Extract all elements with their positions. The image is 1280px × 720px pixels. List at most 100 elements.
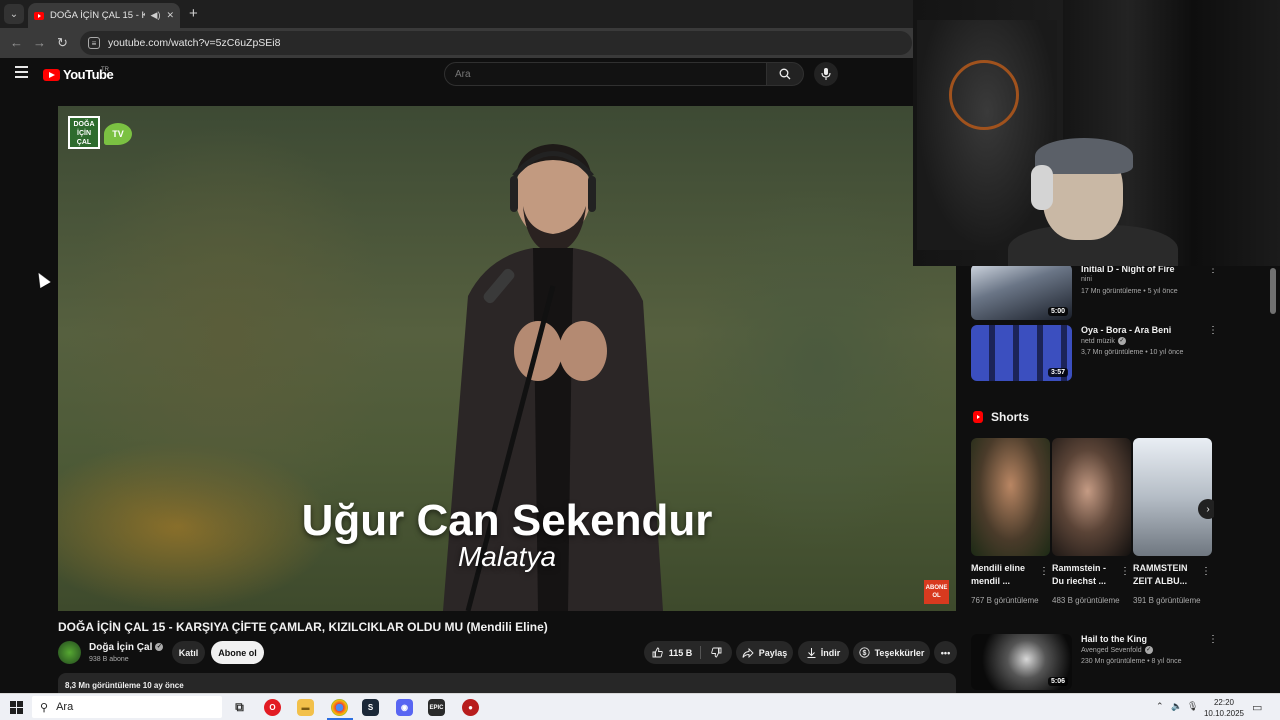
- like-dislike-group: 115 B: [644, 641, 732, 664]
- shorts-next-button[interactable]: ›: [1198, 499, 1214, 519]
- short-card[interactable]: Mendili eline mendil ... 767 B görüntüle…: [971, 438, 1050, 607]
- youtube-favicon-icon: [34, 11, 44, 20]
- microphone-icon[interactable]: 🎙: [1187, 701, 1198, 712]
- video-meta: 230 Mn görüntüleme • 8 yıl önce: [1081, 658, 1182, 665]
- subscribe-watermark-button[interactable]: ABONE OL: [924, 580, 949, 604]
- notification-icon[interactable]: ▭: [1252, 701, 1262, 714]
- tab-close-icon[interactable]: ✕: [166, 10, 174, 21]
- video-duration: 5:00: [1047, 307, 1068, 316]
- video-thumbnail[interactable]: 5:00: [971, 266, 1072, 320]
- region-code: TR: [101, 67, 109, 73]
- tray-chevron-up-icon[interactable]: ⌃: [1156, 701, 1164, 712]
- download-button[interactable]: İndir: [798, 641, 849, 664]
- more-vertical-icon[interactable]: ⋮: [1120, 566, 1130, 577]
- share-arrow-icon: [742, 647, 754, 658]
- speaker-icon[interactable]: 🔈: [1171, 701, 1182, 712]
- more-vertical-icon[interactable]: ⋮: [1208, 634, 1214, 645]
- tab-title: DOĞA İÇİN ÇAL 15 - KARŞIYA: [50, 10, 145, 21]
- video-title: DOĞA İÇİN ÇAL 15 - KARŞIYA ÇİFTE ÇAMLAR,…: [58, 620, 548, 634]
- mouse-cursor-icon: [33, 269, 51, 289]
- back-arrow-icon[interactable]: ←: [10, 35, 23, 50]
- voice-search-button[interactable]: [814, 62, 838, 86]
- url-text: youtube.com/watch?v=5zC6uZpSEi8: [108, 37, 281, 49]
- more-vertical-icon[interactable]: ⋮: [1039, 566, 1049, 577]
- more-vertical-icon[interactable]: ⋮: [1208, 266, 1214, 275]
- short-views: 767 B görüntüleme: [971, 596, 1039, 605]
- url-field[interactable]: ≡ youtube.com/watch?v=5zC6uZpSEi8: [80, 31, 912, 55]
- more-vertical-icon[interactable]: ⋮: [1208, 325, 1214, 336]
- video-thumbnail[interactable]: 5:06: [971, 634, 1072, 690]
- hamburger-menu-icon[interactable]: [15, 66, 28, 80]
- chrome-browser-icon[interactable]: [331, 699, 348, 716]
- video-meta: 3,7 Mn görüntüleme • 10 yıl önce: [1081, 349, 1184, 356]
- game-app-icon[interactable]: ●: [462, 699, 479, 716]
- new-tab-button[interactable]: +: [189, 5, 198, 22]
- short-thumbnail[interactable]: [1052, 438, 1131, 556]
- subscriber-count: 938 B abone: [89, 656, 129, 663]
- channel-name[interactable]: Avenged Sevenfold: [1081, 647, 1142, 654]
- performer-city-overlay: Malatya: [457, 541, 557, 572]
- channel-name-row[interactable]: Avenged Sevenfold ✓: [1081, 646, 1153, 654]
- channel-avatar[interactable]: [58, 641, 81, 664]
- channel-watermark-logo: DOĞA İÇİN ÇAL: [68, 116, 100, 149]
- video-title[interactable]: Oya - Bora - Ara Beni: [1081, 325, 1171, 335]
- reload-icon[interactable]: ↻: [57, 35, 68, 51]
- channel-name[interactable]: Doğa İçin Çal: [89, 642, 152, 653]
- opera-browser-icon[interactable]: O: [264, 699, 281, 716]
- join-button[interactable]: Katıl: [172, 641, 205, 664]
- recommended-video[interactable]: 3:57 Oya - Bora - Ara Beni netd müzik ✓ 3…: [971, 325, 1214, 383]
- channel-name-row[interactable]: Doğa İçin Çal ✓: [89, 642, 164, 653]
- download-label: İndir: [820, 647, 841, 658]
- short-thumbnail[interactable]: [971, 438, 1050, 556]
- video-player[interactable]: DOĞA İÇİN ÇAL TV Uğur Can Sekendur Malat…: [58, 106, 956, 611]
- taskbar-search[interactable]: ⚲ Ara: [32, 696, 222, 718]
- subscribe-button[interactable]: Abone ol: [211, 641, 264, 664]
- search-icon: ⚲: [40, 701, 49, 714]
- dislike-button[interactable]: [701, 641, 732, 664]
- video-title[interactable]: Hail to the King: [1081, 634, 1147, 644]
- thumbs-up-icon: [652, 647, 663, 658]
- channel-name-row[interactable]: netd müzik ✓: [1081, 337, 1126, 345]
- verified-check-icon: ✓: [1117, 337, 1126, 345]
- tab-search-button[interactable]: ⌄: [4, 4, 24, 24]
- page-scrollbar[interactable]: [1270, 268, 1276, 314]
- webcam-overlay: [913, 0, 1280, 266]
- more-vertical-icon[interactable]: ⋮: [1201, 566, 1211, 577]
- video-title[interactable]: Initial D - Night of Fire: [1081, 266, 1175, 274]
- short-thumbnail[interactable]: [1133, 438, 1212, 556]
- like-button[interactable]: 115 B: [644, 641, 700, 664]
- channel-name[interactable]: netd müzik: [1081, 338, 1115, 345]
- short-title[interactable]: RAMMSTEIN ZEIT ALBU...: [1133, 562, 1199, 588]
- search-box[interactable]: [444, 62, 767, 86]
- browser-tab-active[interactable]: DOĞA İÇİN ÇAL 15 - KARŞIYA ◀) ✕: [28, 3, 180, 28]
- search-input[interactable]: [455, 68, 766, 80]
- forward-arrow-icon[interactable]: →: [33, 35, 46, 50]
- more-actions-button[interactable]: •••: [934, 641, 957, 664]
- task-view-icon[interactable]: ⧉: [231, 699, 248, 716]
- short-card[interactable]: RAMMSTEIN ZEIT ALBU... 391 B görüntüleme…: [1133, 438, 1212, 607]
- taskbar-clock[interactable]: 22:20 10.10.2025: [1203, 697, 1245, 719]
- windows-start-icon[interactable]: [10, 701, 23, 714]
- short-title[interactable]: Rammstein - Du riechst ...: [1052, 562, 1118, 588]
- short-title[interactable]: Mendili eline mendil ...: [971, 562, 1037, 588]
- recommended-video[interactable]: 5:00 Initial D - Night of Fire nini 17 M…: [971, 266, 1214, 322]
- tapestry-sun-emblem: [949, 60, 1019, 130]
- file-explorer-icon[interactable]: ▬: [297, 699, 314, 716]
- video-thumbnail[interactable]: 3:57: [971, 325, 1072, 381]
- verified-check-icon: ✓: [1144, 646, 1153, 654]
- channel-name[interactable]: nini: [1081, 276, 1092, 283]
- search-button[interactable]: [766, 62, 804, 86]
- audio-playing-icon[interactable]: ◀): [151, 10, 161, 21]
- thanks-button[interactable]: $ Teşekkürler: [853, 641, 930, 664]
- discord-icon[interactable]: ◉: [396, 699, 413, 716]
- steam-icon[interactable]: S: [362, 699, 379, 716]
- share-button[interactable]: Paylaş: [736, 641, 793, 664]
- site-info-icon[interactable]: ≡: [88, 37, 100, 49]
- thumbs-down-icon: [711, 647, 722, 658]
- views-and-date: 8,3 Mn görüntüleme 10 ay önce: [65, 681, 184, 690]
- recommended-video[interactable]: 5:06 Hail to the King Avenged Sevenfold ✓…: [971, 634, 1214, 692]
- video-duration: 5:06: [1047, 677, 1068, 686]
- epic-games-icon[interactable]: EPIC: [428, 699, 445, 716]
- share-label: Paylaş: [758, 647, 788, 658]
- short-card[interactable]: Rammstein - Du riechst ... 483 B görüntü…: [1052, 438, 1131, 607]
